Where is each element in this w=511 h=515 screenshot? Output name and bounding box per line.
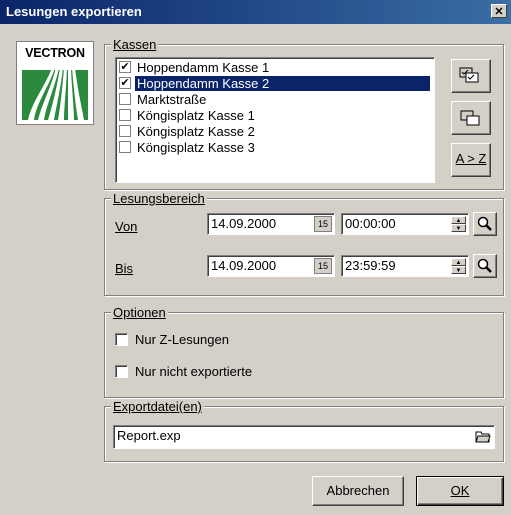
open-folder-icon[interactable] [475, 428, 491, 450]
window-title: Lesungen exportieren [6, 4, 142, 19]
bis-date-field[interactable]: 14.09.2000 15 [207, 255, 335, 277]
nur-z-checkbox[interactable] [115, 333, 128, 346]
list-item-kasse[interactable]: Köngisplatz Kasse 3 [119, 140, 430, 155]
exportdatei-group: Exportdatei(en) Report.exp [104, 399, 504, 462]
von-time-field[interactable]: 00:00:00 ▲ ▼ [341, 213, 469, 235]
exportdatei-legend: Exportdatei(en) [111, 399, 204, 414]
list-item-kasse[interactable]: Köngisplatz Kasse 2 [119, 124, 430, 139]
kasse-checkbox[interactable] [119, 125, 131, 137]
magnifier-icon [477, 216, 492, 231]
list-item-kasse[interactable]: Köngisplatz Kasse 1 [119, 108, 430, 123]
close-button[interactable]: ✕ [491, 4, 507, 18]
sort-button[interactable]: A > Z [451, 143, 491, 177]
nur-nicht-exportierte-checkbox[interactable] [115, 365, 128, 378]
select-all-button[interactable] [451, 59, 491, 93]
ok-button[interactable]: OK [416, 476, 504, 506]
kassen-list[interactable]: ✔ Hoppendamm Kasse 1 ✔ Hoppendamm Kasse … [115, 57, 435, 183]
nur-z-label[interactable]: Nur Z-Lesungen [135, 332, 229, 347]
von-date-field[interactable]: 14.09.2000 15 [207, 213, 335, 235]
von-search-button[interactable] [473, 212, 497, 236]
logo-graphic-icon [22, 64, 88, 120]
magnifier-icon [477, 258, 492, 273]
kasse-checkbox[interactable]: ✔ [119, 61, 131, 73]
time-spinner[interactable]: ▲ ▼ [451, 216, 466, 232]
kasse-label: Köngisplatz Kasse 3 [137, 140, 255, 155]
kasse-checkbox[interactable] [119, 109, 131, 121]
bis-time-field[interactable]: 23:59:59 ▲ ▼ [341, 255, 469, 277]
kasse-label: Köngisplatz Kasse 2 [137, 124, 255, 139]
dialog-body: VECTRON Kassen ✔ Hoppendamm Kasse 1 ✔ Ho… [0, 24, 511, 515]
vectron-logo: VECTRON [16, 41, 94, 125]
optionen-group: Optionen Nur Z-Lesungen Nur nicht export… [104, 305, 504, 398]
kasse-label: Köngisplatz Kasse 1 [137, 108, 255, 123]
logo-text: VECTRON [25, 46, 85, 60]
list-item-kasse[interactable]: ✔ Hoppendamm Kasse 1 [119, 60, 430, 75]
cancel-button[interactable]: Abbrechen [312, 476, 404, 506]
optionen-legend: Optionen [111, 305, 168, 320]
kasse-checkbox[interactable] [119, 93, 131, 105]
list-item-kasse[interactable]: ✔ Hoppendamm Kasse 2 [119, 76, 430, 91]
select-all-icon [459, 67, 479, 83]
time-spinner[interactable]: ▲ ▼ [451, 258, 466, 274]
deselect-all-button[interactable] [451, 101, 491, 135]
deselect-all-icon [460, 110, 480, 126]
von-label: Von [115, 219, 138, 234]
export-file-field[interactable]: Report.exp [113, 425, 495, 449]
kassen-legend: Kassen [111, 37, 159, 52]
list-item-kasse[interactable]: Marktstraße [119, 92, 430, 107]
kasse-label: Marktstraße [137, 92, 207, 107]
bis-label: Bis [115, 261, 134, 276]
kasse-checkbox[interactable]: ✔ [119, 77, 131, 89]
lesungsbereich-legend: Lesungsbereich [111, 191, 207, 206]
title-bar: Lesungen exportieren ✕ [0, 0, 511, 24]
calendar-icon[interactable]: 15 [314, 258, 332, 274]
kassen-group: Kassen ✔ Hoppendamm Kasse 1 ✔ Hoppendamm… [104, 37, 504, 190]
lesungsbereich-group: Lesungsbereich Von 14.09.2000 15 00:00:0… [104, 191, 504, 296]
kasse-checkbox[interactable] [119, 141, 131, 153]
calendar-icon[interactable]: 15 [314, 216, 332, 232]
kasse-label: Hoppendamm Kasse 1 [137, 60, 270, 75]
kasse-label: Hoppendamm Kasse 2 [135, 76, 430, 91]
bis-search-button[interactable] [473, 254, 497, 278]
nur-nicht-exportierte-label[interactable]: Nur nicht exportierte [135, 364, 252, 379]
